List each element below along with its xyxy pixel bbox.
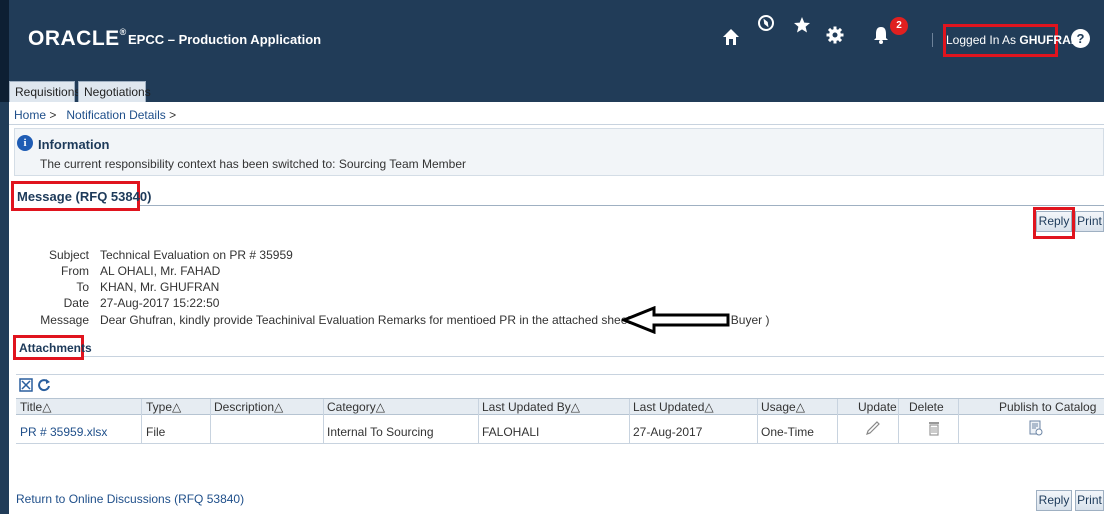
from-label: From bbox=[61, 264, 89, 278]
return-to-discussions-link[interactable]: Return to Online Discussions (RFQ 53840) bbox=[16, 492, 244, 506]
date-value: 27-Aug-2017 15:22:50 bbox=[100, 296, 220, 310]
column-header-category[interactable]: Category△ bbox=[327, 400, 385, 414]
info-icon: i bbox=[17, 135, 33, 151]
column-header-publish: Publish to Catalog bbox=[999, 400, 1097, 414]
column-separator bbox=[323, 399, 324, 444]
notification-count-badge[interactable]: 2 bbox=[890, 17, 908, 35]
column-header-description[interactable]: Description△ bbox=[214, 400, 283, 414]
column-separator bbox=[210, 399, 211, 444]
from-value: AL OHALI, Mr. FAHAD bbox=[100, 264, 221, 278]
bell-icon[interactable] bbox=[873, 26, 889, 48]
print-button-bottom[interactable]: Print bbox=[1075, 490, 1104, 511]
breadcrumb-separator: > bbox=[49, 108, 57, 122]
attachment-category: Internal To Sourcing bbox=[327, 425, 434, 439]
print-button[interactable]: Print bbox=[1075, 211, 1104, 232]
publish-icon[interactable] bbox=[1029, 420, 1043, 440]
arrow-icon bbox=[619, 305, 732, 337]
breadcrumb: Home > Notification Details > bbox=[14, 108, 176, 122]
to-value: KHAN, Mr. GHUFRAN bbox=[100, 280, 220, 294]
attachment-usage: One-Time bbox=[761, 425, 814, 439]
attachment-type: File bbox=[146, 425, 166, 439]
reply-button-bottom[interactable]: Reply bbox=[1036, 490, 1072, 511]
info-title: Information bbox=[38, 137, 110, 152]
app-title: EPCC – Production Application bbox=[128, 32, 322, 47]
divider bbox=[16, 443, 1104, 444]
oracle-logo: ORACLE® bbox=[28, 27, 127, 50]
gear-icon[interactable] bbox=[826, 26, 844, 48]
column-header-type[interactable]: Type△ bbox=[146, 400, 181, 414]
attachments-title: Attachments bbox=[19, 341, 92, 355]
reply-button[interactable]: Reply bbox=[1036, 211, 1072, 232]
column-separator bbox=[757, 399, 758, 444]
subject-label: Subject bbox=[48, 248, 89, 262]
tab-requisitions[interactable]: Requisitions bbox=[9, 81, 80, 102]
tab-negotiations[interactable]: Negotiations bbox=[78, 81, 151, 102]
header-divider bbox=[932, 33, 933, 47]
column-separator bbox=[141, 399, 142, 444]
breadcrumb-separator: > bbox=[169, 108, 177, 122]
divider bbox=[84, 356, 1104, 357]
breadcrumb-home[interactable]: Home bbox=[14, 108, 46, 122]
compass-icon[interactable] bbox=[757, 14, 775, 36]
column-separator bbox=[629, 399, 630, 444]
attachment-last-updated-by: FALOHALI bbox=[482, 425, 540, 439]
column-header-last-updated-by[interactable]: Last Updated By△ bbox=[482, 400, 580, 414]
subject-value: Technical Evaluation on PR # 35959 bbox=[100, 248, 293, 262]
divider bbox=[9, 124, 1104, 125]
tab-strip bbox=[0, 80, 1104, 102]
refresh-icon[interactable] bbox=[37, 378, 51, 395]
to-label: To bbox=[76, 280, 89, 294]
attachment-title-link[interactable]: PR # 35959.xlsx bbox=[20, 425, 107, 439]
message-label: Message bbox=[40, 313, 89, 327]
date-label: Date bbox=[63, 296, 89, 310]
column-separator bbox=[837, 399, 838, 444]
column-header-title[interactable]: Title△ bbox=[20, 400, 51, 414]
column-header-usage[interactable]: Usage△ bbox=[761, 400, 805, 414]
star-icon[interactable] bbox=[793, 16, 811, 38]
column-separator bbox=[478, 399, 479, 444]
pencil-icon[interactable] bbox=[866, 420, 880, 440]
attachment-last-updated: 27-Aug-2017 bbox=[633, 425, 703, 439]
breadcrumb-notification-details[interactable]: Notification Details bbox=[66, 108, 165, 122]
column-separator bbox=[898, 399, 899, 444]
detach-icon[interactable] bbox=[19, 378, 33, 395]
info-text: The current responsibility context has b… bbox=[40, 157, 466, 171]
trash-icon[interactable] bbox=[928, 420, 940, 440]
divider bbox=[140, 205, 1104, 206]
column-header-last-updated[interactable]: Last Updated△ bbox=[633, 400, 714, 414]
divider bbox=[16, 374, 1104, 375]
column-header-update: Update bbox=[858, 400, 897, 414]
column-separator bbox=[958, 399, 959, 444]
help-icon[interactable]: ? bbox=[1071, 29, 1090, 48]
page-title: Message (RFQ 53840) bbox=[17, 189, 152, 204]
home-icon[interactable] bbox=[722, 28, 740, 50]
column-header-delete: Delete bbox=[909, 400, 944, 414]
logged-in-user[interactable]: Logged In As GHUFRAN bbox=[943, 24, 1079, 57]
